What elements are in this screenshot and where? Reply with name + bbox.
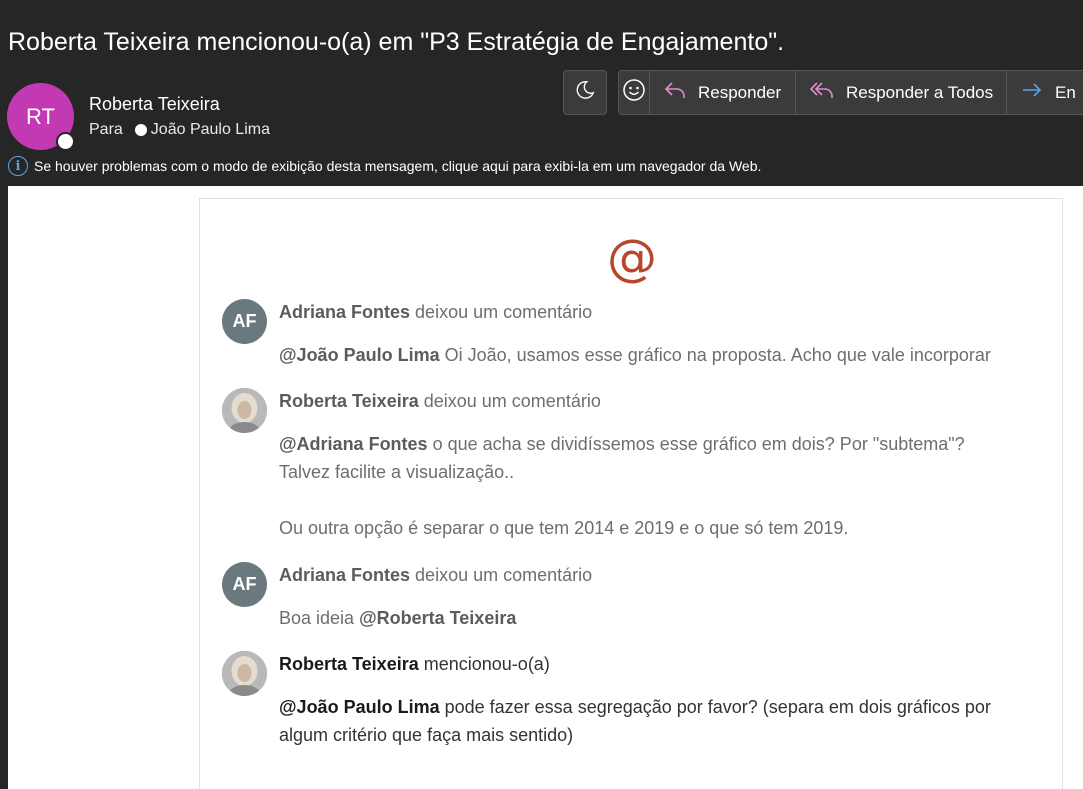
comment-header: Roberta Teixeira deixou um comentário	[279, 391, 601, 412]
comment-text: @João Paulo Lima Oi João, usamos esse gr…	[279, 341, 991, 369]
comment-body-line-2: algum critério que faça mais sentido)	[279, 725, 574, 745]
to-label: Para	[89, 121, 123, 138]
comment-body-line-3: Ou outra opção é separar o que tem 2014 …	[279, 518, 849, 538]
reply-button[interactable]: Responder	[650, 71, 796, 114]
left-edge-strip	[0, 186, 8, 789]
commenter-avatar-photo	[222, 651, 267, 696]
view-in-browser-notice[interactable]: i Se houver problemas com o modo de exib…	[8, 156, 761, 176]
reply-all-icon	[809, 80, 846, 105]
forward-icon	[1021, 80, 1055, 105]
comment-header: Adriana Fontes deixou um comentário	[279, 565, 592, 586]
reply-toolbar: Responder Responder a Todos En	[618, 70, 1083, 115]
notification-card: @ AF Adriana Fontes deixou um comentário…	[199, 198, 1063, 789]
email-subject: Roberta Teixeira mencionou-o(a) em "P3 E…	[8, 28, 785, 56]
info-icon: i	[8, 156, 28, 176]
sender-initials: RT	[26, 103, 55, 129]
comment-text: @João Paulo Lima pode fazer essa segrega…	[279, 693, 991, 749]
commenter-initials: AF	[232, 574, 257, 594]
dark-mode-toggle-button[interactable]	[563, 70, 607, 115]
presence-status-icon	[56, 132, 75, 151]
recipient-name[interactable]: João Paulo Lima	[151, 121, 270, 139]
recipient-presence-icon	[134, 124, 147, 136]
comment-text: Boa ideia @Roberta Teixeira	[279, 604, 516, 632]
comment-mention[interactable]: @Roberta Teixeira	[359, 608, 516, 628]
reply-all-button[interactable]: Responder a Todos	[796, 71, 1007, 114]
comment-author: Roberta Teixeira	[279, 654, 419, 674]
comment-author: Adriana Fontes	[279, 565, 411, 585]
comment-action: mencionou-o(a)	[423, 654, 550, 674]
comment-author: Roberta Teixeira	[279, 391, 419, 411]
commenter-initials: AF	[232, 311, 257, 331]
emoji-icon	[622, 78, 646, 107]
comment-mention[interactable]: @João Paulo Lima	[279, 345, 440, 365]
comment-header: Adriana Fontes deixou um comentário	[279, 302, 592, 323]
commenter-avatar: AF	[222, 299, 267, 344]
recipient-line: Para João Paulo Lima	[89, 121, 270, 139]
message-body: @ AF Adriana Fontes deixou um comentário…	[8, 186, 1083, 789]
emoji-reaction-button[interactable]	[619, 71, 650, 114]
comment-author: Adriana Fontes	[279, 302, 411, 322]
sender-name[interactable]: Roberta Teixeira	[89, 94, 220, 115]
reply-all-label: Responder a Todos	[846, 82, 994, 102]
forward-button[interactable]: En	[1007, 71, 1083, 114]
reply-label: Responder	[698, 82, 782, 102]
mention-icon: @	[607, 229, 657, 287]
sender-avatar[interactable]: RT	[7, 83, 75, 151]
comment-header: Roberta Teixeira mencionou-o(a)	[279, 654, 550, 675]
comment-body-line-2: Talvez facilite a visualização..	[279, 462, 515, 482]
commenter-avatar: AF	[222, 562, 267, 607]
reply-icon	[664, 80, 698, 105]
comment-action: deixou um comentário	[423, 391, 601, 411]
info-text: Se houver problemas com o modo de exibiç…	[34, 158, 762, 174]
comment-mention[interactable]: @João Paulo Lima	[279, 697, 440, 717]
comment-mention[interactable]: @Adriana Fontes	[279, 434, 428, 454]
comment-body-text: Oi João, usamos esse gráfico na proposta…	[444, 345, 991, 365]
comment-text: @Adriana Fontes o que acha se dividíssem…	[279, 430, 965, 542]
commenter-avatar-photo	[222, 388, 267, 433]
moon-icon	[574, 79, 596, 106]
comment-body-text: Boa ideia	[279, 608, 355, 628]
forward-label: En	[1055, 82, 1076, 102]
comment-body-line-1: o que acha se dividíssemos esse gráfico …	[432, 434, 965, 454]
comment-action: deixou um comentário	[415, 565, 593, 585]
comment-action: deixou um comentário	[415, 302, 593, 322]
comment-body-line-1: pode fazer essa segregação por favor? (s…	[444, 697, 991, 717]
